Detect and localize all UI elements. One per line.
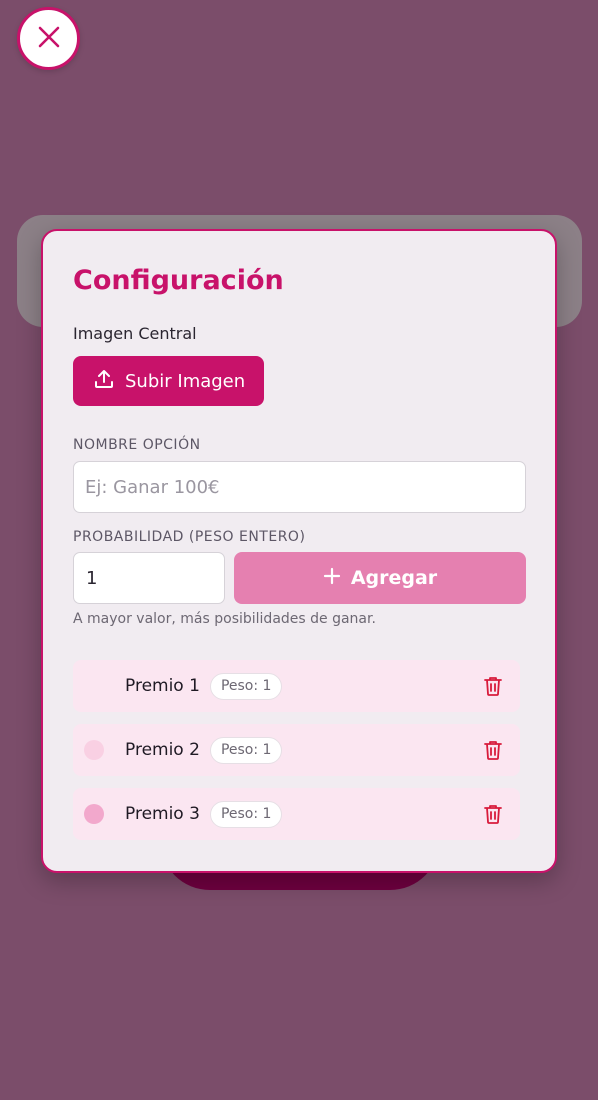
- close-icon: [38, 26, 60, 52]
- prize-name: Premio 1: [125, 676, 200, 696]
- weight-hint: A mayor valor, más posibilidades de gana…: [73, 611, 376, 627]
- weight-badge: Peso: 1: [209, 672, 283, 700]
- option-name-input[interactable]: [73, 461, 526, 513]
- close-button[interactable]: [17, 7, 80, 70]
- prize-name: Premio 2: [125, 740, 200, 760]
- prize-item: Premio 1 Peso: 1: [73, 660, 520, 712]
- config-modal: Configuración Imagen Central Subir Image…: [41, 229, 557, 873]
- upload-button-label: Subir Imagen: [125, 370, 246, 392]
- prize-item: Premio 3 Peso: 1: [73, 788, 520, 840]
- upload-image-button[interactable]: Subir Imagen: [73, 356, 264, 406]
- upload-icon: [93, 368, 115, 395]
- add-button[interactable]: Agregar: [234, 552, 526, 604]
- add-button-label: Agregar: [350, 567, 438, 589]
- image-section-label: Imagen Central: [73, 324, 197, 343]
- trash-icon[interactable]: [482, 739, 504, 761]
- weight-field-label: PROBABILIDAD (PESO ENTERO): [73, 529, 306, 545]
- trash-icon[interactable]: [482, 803, 504, 825]
- weight-badge: Peso: 1: [209, 800, 283, 828]
- prize-color-dot: [84, 676, 104, 696]
- name-field-label: NOMBRE OPCIÓN: [73, 437, 201, 453]
- prize-color-dot: [84, 740, 104, 760]
- prize-item: Premio 2 Peso: 1: [73, 724, 520, 776]
- prize-name: Premio 3: [125, 804, 200, 824]
- weight-badge: Peso: 1: [209, 736, 283, 764]
- weight-input[interactable]: [73, 552, 225, 604]
- trash-icon[interactable]: [482, 675, 504, 697]
- prize-color-dot: [84, 804, 104, 824]
- modal-title: Configuración: [73, 265, 284, 296]
- plus-icon: [323, 567, 341, 590]
